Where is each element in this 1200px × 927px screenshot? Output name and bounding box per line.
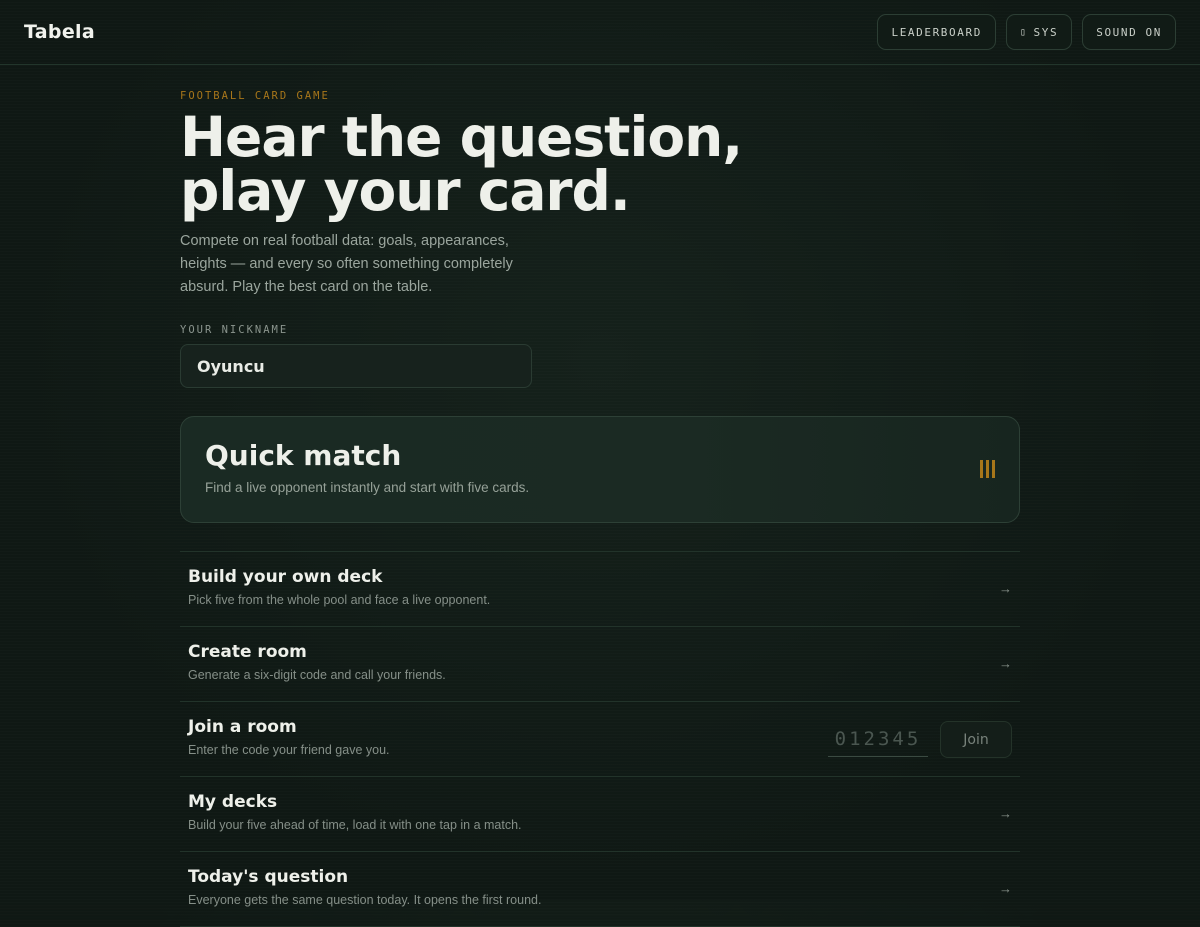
arrow-right-icon: → [999, 656, 1012, 671]
brand-logo[interactable]: Tabela [24, 21, 95, 43]
room-code-input[interactable] [828, 722, 928, 757]
nickname-input[interactable]: Oyuncu [180, 344, 532, 388]
top-actions: LEADERBOARD ▯ SYS SOUND ON [877, 14, 1176, 50]
nickname-value: Oyuncu [197, 356, 265, 376]
sound-toggle-button[interactable]: SOUND ON [1082, 14, 1176, 50]
join-room-controls: Join [828, 721, 1012, 758]
intro-description: Compete on real football data: goals, ap… [180, 233, 513, 295]
monitor-icon: ▯ [1019, 26, 1028, 38]
quick-match-title: Quick match [205, 439, 402, 472]
option-title: My decks [188, 792, 278, 812]
join-button[interactable]: Join [940, 721, 1012, 758]
quick-match-subtitle: Find a live opponent instantly and start… [205, 480, 530, 495]
option-subtitle: Build your five ahead of time, load it w… [188, 818, 522, 832]
nickname-label: YOUR NICKNAME [180, 324, 289, 336]
quick-match-card[interactable]: Quick match Find a live opponent instant… [180, 416, 1020, 523]
option-subtitle: Everyone gets the same question today. I… [188, 893, 542, 907]
eyebrow-label: FOOTBALL CARD GAME [180, 90, 330, 102]
bars-icon [980, 460, 995, 478]
arrow-right-icon: → [999, 881, 1012, 896]
system-theme-label: SYS [1033, 25, 1059, 39]
option-todays-question[interactable]: Today's question Everyone gets the same … [180, 852, 1020, 927]
options-list: Build your own deck Pick five from the w… [180, 551, 1020, 927]
option-join-room: Join a room Enter the code your friend g… [180, 702, 1020, 777]
arrow-right-icon: → [999, 806, 1012, 821]
sound-toggle-label: SOUND ON [1096, 25, 1162, 39]
option-title: Create room [188, 642, 307, 662]
option-title: Build your own deck [188, 567, 383, 587]
leaderboard-button[interactable]: LEADERBOARD [877, 14, 996, 50]
leaderboard-label: LEADERBOARD [891, 25, 982, 39]
option-create-room[interactable]: Create room Generate a six-digit code an… [180, 627, 1020, 702]
system-theme-button[interactable]: ▯ SYS [1005, 14, 1073, 50]
option-subtitle: Pick five from the whole pool and face a… [188, 593, 491, 607]
arrow-right-icon: → [999, 581, 1012, 596]
headline-line-2: play your card. [180, 159, 631, 223]
main-content: FOOTBALL CARD GAME Hear the question, pl… [180, 90, 1020, 927]
option-my-decks[interactable]: My decks Build your five ahead of time, … [180, 777, 1020, 852]
page-title: Hear the question, play your card. [180, 110, 1020, 219]
option-title: Today's question [188, 867, 349, 887]
option-subtitle: Generate a six-digit code and call your … [188, 668, 446, 682]
top-bar: Tabela LEADERBOARD ▯ SYS SOUND ON [0, 0, 1200, 65]
option-build-deck[interactable]: Build your own deck Pick five from the w… [180, 552, 1020, 627]
